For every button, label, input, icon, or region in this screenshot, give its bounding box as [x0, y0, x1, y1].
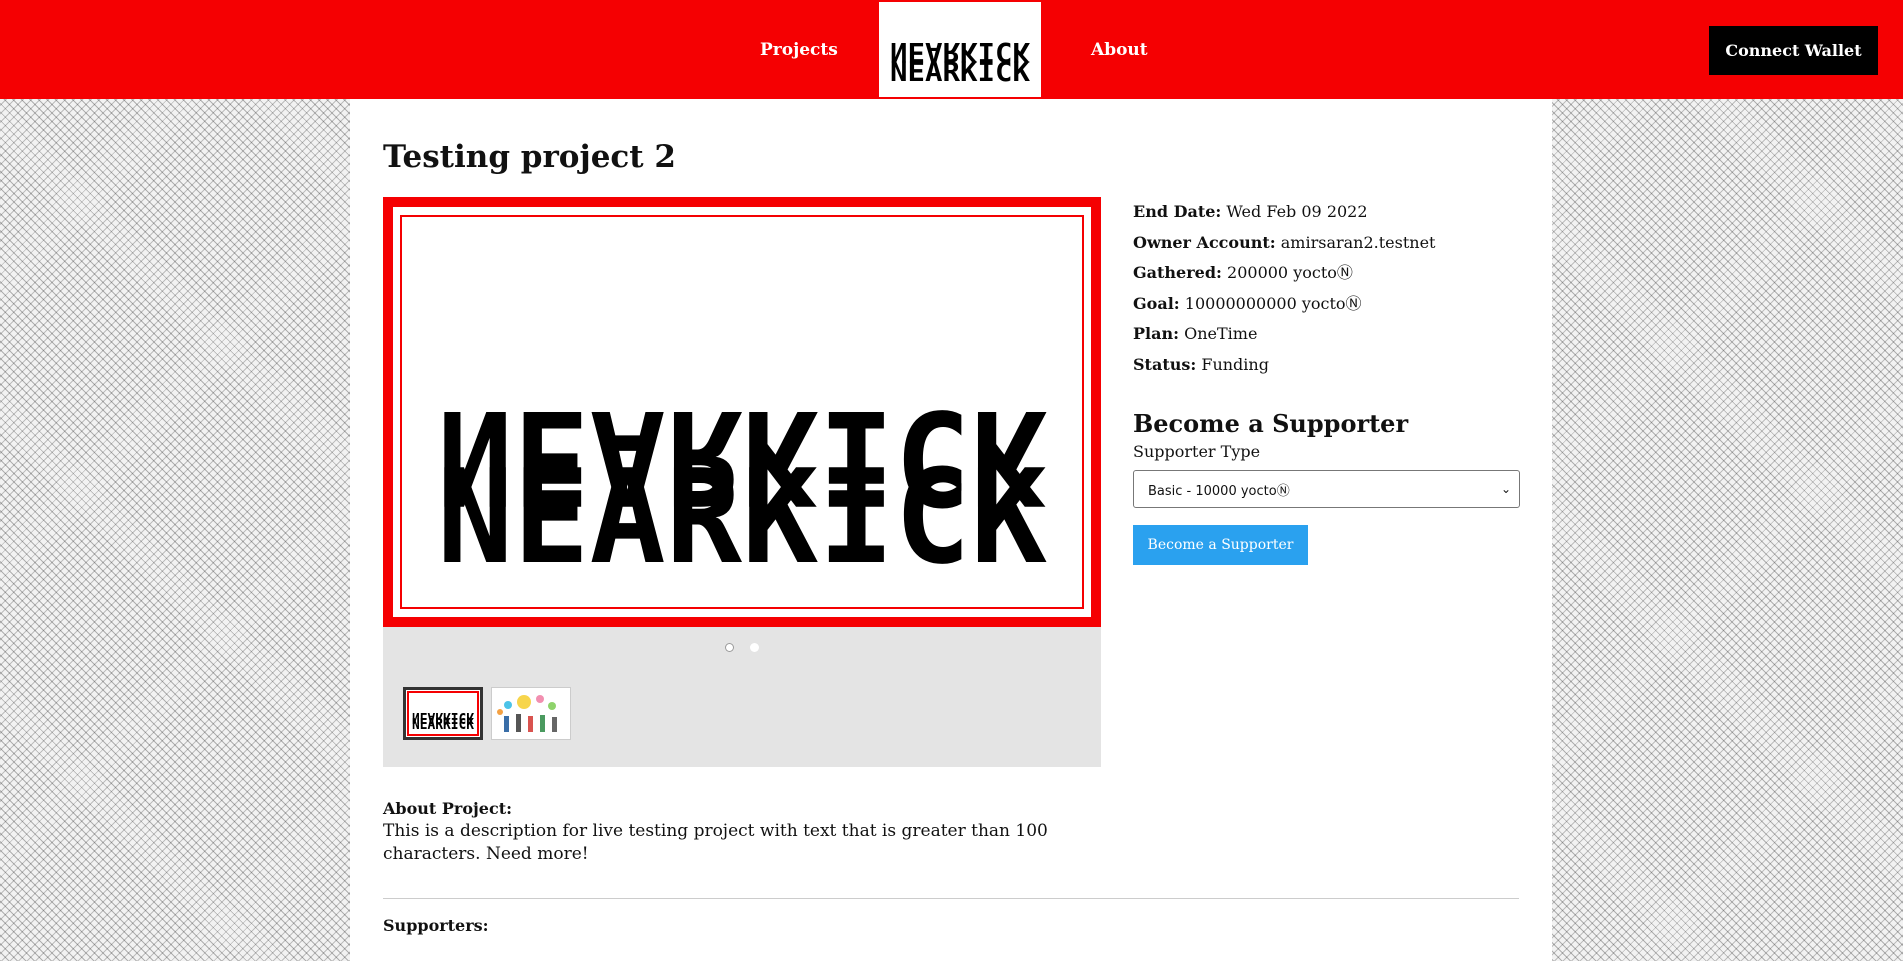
- plan-row: Plan: OneTime: [1133, 319, 1523, 350]
- status-label: Status:: [1133, 354, 1197, 374]
- plan-label: Plan:: [1133, 324, 1180, 343]
- end-date-label: End Date:: [1133, 202, 1222, 221]
- about-project-label: About Project:: [383, 799, 513, 818]
- about-project-text: This is a description for live testing p…: [383, 821, 1048, 864]
- owner-value: amirsaran2.testnet: [1280, 232, 1436, 252]
- nav-about-link[interactable]: About: [1091, 40, 1148, 60]
- nav-projects-link[interactable]: Projects: [760, 40, 838, 60]
- status-row: Status: Funding: [1133, 350, 1523, 381]
- top-header: Projects NEARKICK NEARKICK About Connect…: [0, 0, 1903, 99]
- image-gallery: NEARKICK NEARKICK NEARKICK NEARKICK: [383, 197, 1101, 767]
- nearkick-banner-image: NEARKICK NEARKICK: [437, 381, 1047, 582]
- thumbnail-logo-image: NEARKICK NEARKICK: [407, 691, 479, 736]
- owner-label: Owner Account:: [1133, 232, 1276, 252]
- status-value: Funding: [1201, 354, 1269, 374]
- project-details: End Date: Wed Feb 09 2022 Owner Account:…: [1133, 197, 1523, 380]
- nearkick-logo[interactable]: NEARKICK NEARKICK: [879, 2, 1041, 97]
- plan-value: OneTime: [1184, 324, 1258, 343]
- supporters-label: Supporters:: [383, 916, 489, 935]
- owner-row: Owner Account: amirsaran2.testnet: [1133, 228, 1523, 259]
- connect-wallet-button[interactable]: Connect Wallet: [1709, 26, 1878, 75]
- end-date-value: Wed Feb 09 2022: [1226, 202, 1368, 221]
- carousel-dot-1[interactable]: [725, 643, 734, 652]
- supporter-type-select[interactable]: Basic - 10000 yoctoⓃ ⌄: [1133, 470, 1520, 508]
- become-supporter-heading: Become a Supporter: [1133, 409, 1409, 438]
- become-supporter-button[interactable]: Become a Supporter: [1133, 525, 1308, 565]
- chevron-down-icon: ⌄: [1500, 482, 1511, 496]
- supporter-type-label: Supporter Type: [1133, 442, 1261, 461]
- thumbnail-1[interactable]: NEARKICK NEARKICK: [403, 687, 483, 740]
- thumbnail-2[interactable]: [491, 687, 571, 740]
- goal-row: Goal: 10000000000 yoctoⓃ: [1133, 289, 1523, 320]
- carousel-dots: [383, 637, 1101, 656]
- gathered-value: 200000 yoctoⓃ: [1227, 263, 1353, 282]
- carousel-dot-2[interactable]: [750, 643, 759, 652]
- logo-text-bottom: NEARKICK: [890, 57, 1031, 88]
- end-date-row: End Date: Wed Feb 09 2022: [1133, 197, 1523, 228]
- project-title: Testing project 2: [383, 139, 676, 175]
- gallery-main-image[interactable]: NEARKICK NEARKICK: [383, 197, 1101, 627]
- gathered-label: Gathered:: [1133, 263, 1222, 282]
- logo-mark: NEARKICK NEARKICK: [890, 36, 1031, 88]
- goal-label: Goal:: [1133, 293, 1180, 313]
- thumbnail-people-illustration: [497, 694, 557, 732]
- supporter-type-selected: Basic - 10000 yoctoⓃ: [1148, 483, 1290, 499]
- banner-text-bottom: NEARKICK: [437, 441, 1047, 582]
- project-panel: Testing project 2 NEARKICK NEARKICK NEAR…: [350, 99, 1552, 961]
- goal-value: 10000000000 yoctoⓃ: [1184, 293, 1362, 313]
- gathered-row: Gathered: 200000 yoctoⓃ: [1133, 258, 1523, 289]
- thumb-text-bottom: NEARKICK: [412, 715, 474, 733]
- section-divider: [383, 898, 1519, 899]
